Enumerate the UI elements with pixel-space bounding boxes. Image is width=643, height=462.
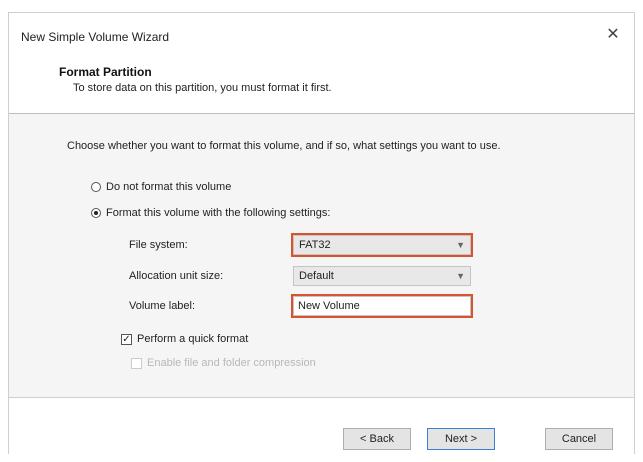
wizard-header: Format Partition To store data on this p…: [9, 57, 634, 113]
chevron-down-icon: ▼: [456, 271, 465, 281]
window-title: New Simple Volume Wizard: [21, 30, 170, 44]
title-bar: New Simple Volume Wizard ✕: [9, 13, 634, 57]
chevron-down-icon: ▼: [456, 240, 465, 250]
format-settings-panel: Choose whether you want to format this v…: [9, 114, 634, 397]
file-system-label: File system:: [129, 239, 188, 251]
file-system-select[interactable]: FAT32 ▼: [291, 233, 473, 257]
volume-label-input[interactable]: New Volume: [291, 294, 473, 318]
back-button[interactable]: < Back: [343, 428, 411, 450]
volume-label-label: Volume label:: [129, 300, 196, 312]
compression-option: Enable file and folder compression: [131, 355, 316, 371]
close-icon[interactable]: ✕: [602, 24, 624, 46]
compression-checkbox: [131, 357, 142, 369]
format-radio[interactable]: [91, 208, 101, 218]
format-label: Format this volume with the following se…: [106, 207, 331, 219]
wizard-window: New Simple Volume Wizard ✕ Format Partit…: [8, 12, 635, 454]
instruction-text: Choose whether you want to format this v…: [67, 140, 501, 152]
allocation-unit-value: Default: [299, 270, 334, 282]
no-format-option[interactable]: Do not format this volume: [91, 179, 231, 195]
no-format-radio[interactable]: [91, 182, 101, 192]
quick-format-label: Perform a quick format: [137, 333, 249, 345]
file-system-value: FAT32: [299, 239, 331, 251]
allocation-unit-select[interactable]: Default ▼: [293, 266, 471, 286]
compression-label: Enable file and folder compression: [147, 357, 316, 369]
no-format-label: Do not format this volume: [106, 181, 232, 193]
next-button[interactable]: Next >: [427, 428, 495, 450]
page-title: Format Partition: [59, 65, 152, 79]
format-option[interactable]: Format this volume with the following se…: [91, 205, 330, 221]
cancel-button[interactable]: Cancel: [545, 428, 613, 450]
allocation-unit-label: Allocation unit size:: [129, 270, 224, 282]
page-subtitle: To store data on this partition, you mus…: [73, 82, 332, 94]
quick-format-option[interactable]: ✓ Perform a quick format: [121, 331, 248, 347]
quick-format-checkbox[interactable]: ✓: [121, 333, 132, 345]
wizard-footer: < Back Next > Cancel: [9, 398, 634, 454]
